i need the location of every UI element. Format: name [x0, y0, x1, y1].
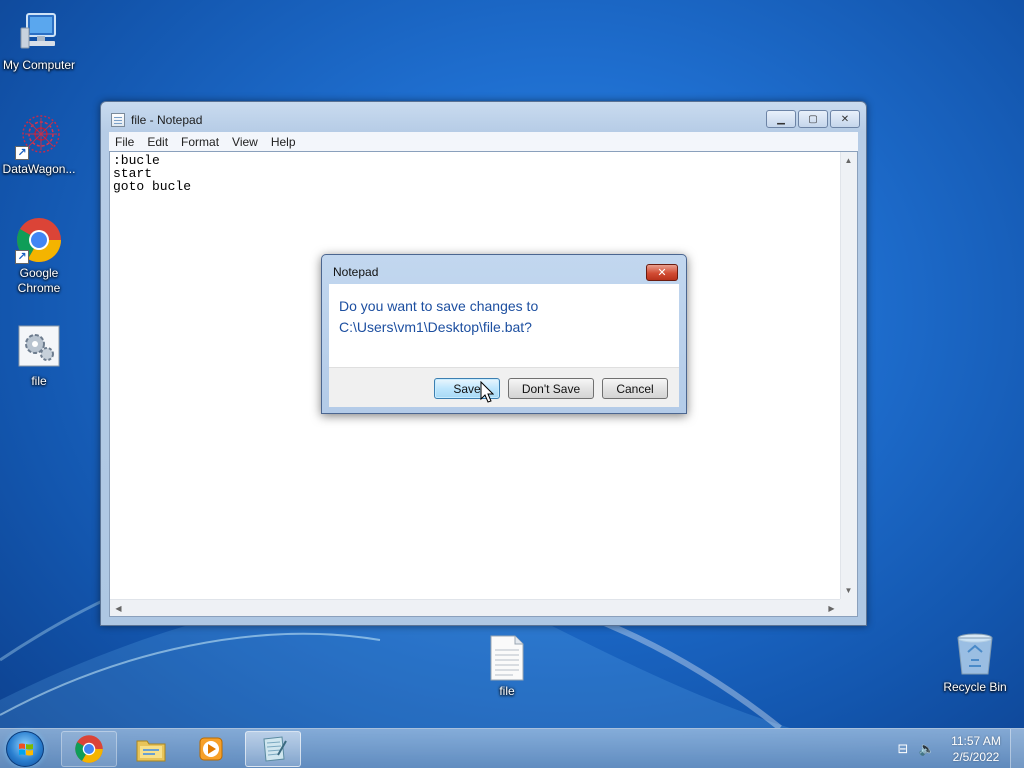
shortcut-arrow-icon: ↗ — [15, 250, 29, 264]
shortcut-arrow-icon: ↗ — [15, 146, 29, 160]
desktop-icon-label: DataWagon... — [2, 162, 76, 176]
desktop-icon-recycle-bin[interactable]: Recycle Bin — [936, 630, 1014, 695]
dialog-title: Notepad — [333, 265, 379, 279]
menu-view[interactable]: View — [232, 135, 258, 149]
start-button[interactable] — [6, 731, 44, 767]
taskbar-file-explorer[interactable] — [123, 731, 179, 767]
menu-format[interactable]: Format — [181, 135, 219, 149]
minimize-button[interactable]: ▁ — [766, 110, 796, 128]
scrollbar-corner — [840, 599, 857, 616]
chrome-icon: ↗ — [15, 216, 63, 264]
dialog-message-line2: C:\Users\vm1\Desktop\file.bat? — [339, 319, 532, 335]
windows-logo-icon — [19, 743, 33, 756]
media-player-icon — [199, 737, 223, 761]
show-desktop-button[interactable] — [1010, 729, 1024, 768]
clock-date: 2/5/2022 — [952, 750, 1000, 764]
dialog-message-line1: Do you want to save changes to — [339, 298, 539, 314]
dialog-close-button[interactable]: ✕ — [646, 264, 678, 281]
close-button[interactable]: ✕ — [830, 110, 860, 128]
menu-bar: File Edit Format View Help — [109, 132, 858, 151]
caption-buttons: ▁ ▢ ✕ — [766, 110, 860, 128]
file-explorer-icon — [136, 740, 166, 762]
chrome-icon — [75, 735, 103, 763]
desktop-icon-file-bat[interactable]: file — [0, 324, 78, 389]
vertical-scrollbar[interactable]: ▲ ▼ — [840, 152, 857, 599]
volume-icon[interactable]: 🔈 — [918, 741, 936, 757]
desktop-icon-datawagon[interactable]: ↗ DataWagon... — [0, 112, 78, 177]
maximize-button[interactable]: ▢ — [798, 110, 828, 128]
text-file-icon — [483, 634, 531, 682]
taskbar-chrome[interactable] — [61, 731, 117, 767]
scroll-down-icon[interactable]: ▼ — [840, 582, 857, 599]
network-icon[interactable]: ⊟ — [894, 741, 912, 757]
datawagon-icon: ↗ — [15, 112, 63, 160]
menu-edit[interactable]: Edit — [147, 135, 168, 149]
dialog-footer: Save Don't Save Cancel — [329, 367, 679, 407]
horizontal-scrollbar[interactable]: ◀ ▶ — [110, 599, 840, 616]
menu-help[interactable]: Help — [271, 135, 296, 149]
system-tray: ⊟ 🔈 11:57 AM 2/5/2022 — [894, 729, 1024, 768]
desktop-icon-my-computer[interactable]: My Computer — [0, 8, 78, 73]
notepad-icon — [111, 113, 125, 127]
cancel-button[interactable]: Cancel — [602, 378, 668, 399]
window-titlebar[interactable]: file - Notepad — [111, 112, 202, 128]
clock-time: 11:57 AM — [951, 734, 1001, 748]
close-icon: ✕ — [840, 113, 850, 125]
taskbar-media-player[interactable] — [183, 731, 239, 767]
dont-save-button[interactable]: Don't Save — [508, 378, 594, 399]
desktop-icon-label: file — [499, 684, 515, 698]
desktop-icon-label: My Computer — [2, 58, 76, 72]
taskbar-notepad[interactable] — [245, 731, 301, 767]
desktop-icon-label: file — [31, 374, 47, 388]
clock[interactable]: 11:57 AM 2/5/2022 — [942, 733, 1010, 765]
mouse-cursor-icon — [480, 381, 494, 403]
dialog-message: Do you want to save changes to C:\Users\… — [339, 296, 538, 338]
dialog-body: Do you want to save changes to C:\Users\… — [329, 284, 679, 367]
save-changes-dialog[interactable]: Notepad ✕ Do you want to save changes to… — [321, 254, 687, 414]
desktop-icon-label: Google Chrome — [17, 266, 61, 295]
maximize-icon: ▢ — [808, 113, 818, 125]
desktop-icon-google-chrome[interactable]: ↗ Google Chrome — [0, 216, 78, 296]
scroll-up-icon[interactable]: ▲ — [840, 152, 857, 169]
taskbar: ⊟ 🔈 11:57 AM 2/5/2022 — [0, 728, 1024, 768]
desktop-icon-label: Recycle Bin — [943, 680, 1007, 694]
computer-icon — [15, 8, 63, 56]
recycle-bin-icon — [951, 630, 999, 678]
menu-file[interactable]: File — [115, 135, 134, 149]
window-title: file - Notepad — [131, 113, 203, 127]
notepad-icon — [263, 736, 287, 762]
scroll-right-icon[interactable]: ▶ — [823, 600, 840, 617]
minimize-icon: ▁ — [777, 113, 785, 125]
desktop-icon-file-txt[interactable]: file — [468, 634, 546, 699]
batch-file-icon — [15, 324, 63, 372]
scroll-left-icon[interactable]: ◀ — [110, 600, 127, 617]
close-icon: ✕ — [657, 267, 667, 279]
